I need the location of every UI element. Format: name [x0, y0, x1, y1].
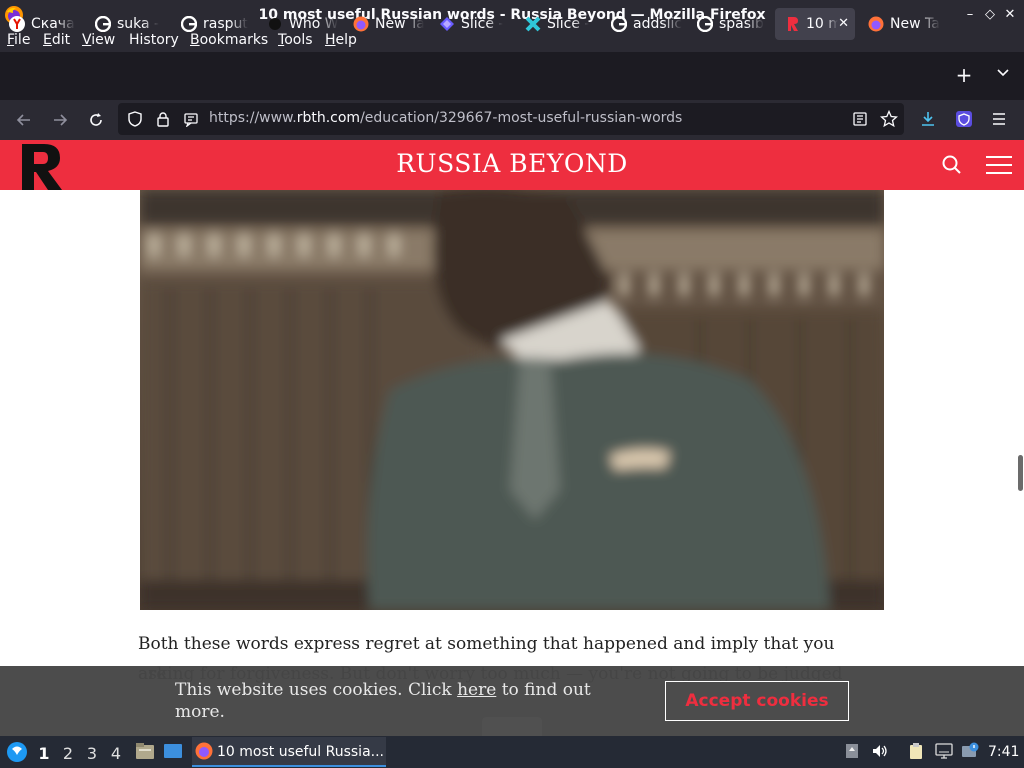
url-text[interactable]: https://www.rbth.com/education/329667-mo…: [209, 110, 682, 126]
workspace-1[interactable]: 1: [36, 744, 52, 763]
tab-4[interactable]: New Ta: [344, 8, 424, 40]
app-launcher-icon[interactable]: [6, 741, 28, 767]
bookmark-star-icon[interactable]: [879, 109, 899, 132]
page-scrollbar-thumb[interactable]: [1018, 455, 1023, 491]
tab-6[interactable]: Slice -: [516, 8, 596, 40]
reload-button[interactable]: [84, 108, 108, 132]
extension-icon[interactable]: [955, 110, 973, 132]
tab-3[interactable]: Who W: [258, 8, 338, 40]
site-menu-icon[interactable]: [986, 155, 1012, 179]
workspace-4[interactable]: 4: [108, 744, 124, 763]
firefox-icon: [868, 16, 884, 32]
clipboard-icon[interactable]: [907, 742, 925, 760]
tab-9-active[interactable]: 10 m ✕: [775, 8, 855, 40]
notifications-icon[interactable]: [961, 742, 979, 760]
tab-7[interactable]: addslic: [602, 8, 682, 40]
tracking-protection-shield-icon[interactable]: [127, 111, 143, 131]
page-icon: [267, 16, 283, 32]
accept-cookies-button[interactable]: Accept cookies: [665, 681, 849, 721]
minimize-button[interactable]: –: [961, 6, 979, 24]
tab-1[interactable]: suka -: [86, 8, 166, 40]
tab-strip: [0, 52, 1024, 100]
show-desktop-icon[interactable]: [163, 742, 183, 764]
google-icon: [611, 16, 627, 32]
google-icon: [95, 16, 111, 32]
close-tab-icon[interactable]: ✕: [838, 16, 849, 31]
list-all-tabs-button[interactable]: [992, 66, 1014, 88]
volume-icon[interactable]: [871, 742, 889, 760]
workspace-2[interactable]: 2: [60, 744, 76, 763]
tray-updates-icon[interactable]: [843, 742, 861, 760]
site-title[interactable]: RUSSIA BEYOND: [0, 149, 1024, 178]
tab-5[interactable]: Slice -: [430, 8, 510, 40]
tab-0[interactable]: Скача: [0, 8, 82, 40]
forward-button[interactable]: [48, 108, 72, 132]
google-icon: [697, 16, 713, 32]
slice-icon: [525, 16, 541, 32]
taskbar-task-label: 10 most useful Russia...: [217, 744, 385, 760]
lock-icon[interactable]: [155, 111, 171, 131]
slice-icon: [439, 16, 455, 32]
arrow-left-icon: [16, 114, 30, 126]
new-tab-button[interactable]: +: [952, 64, 976, 88]
network-icon[interactable]: [935, 742, 953, 760]
arrow-right-icon: [54, 114, 68, 126]
cookie-notice-text: This website uses cookies. Click here to…: [175, 680, 591, 722]
firefox-icon: [353, 16, 369, 32]
cookie-banner-tab: [482, 717, 542, 736]
downloads-icon[interactable]: [919, 110, 937, 132]
hamburger-menu-icon[interactable]: [991, 111, 1007, 131]
rbth-icon: [784, 16, 800, 32]
permissions-icon[interactable]: [183, 111, 199, 131]
tab-8[interactable]: spasib: [688, 8, 768, 40]
close-window-button[interactable]: ✕: [1001, 6, 1019, 24]
search-icon[interactable]: [942, 155, 962, 179]
google-icon: [181, 16, 197, 32]
reader-view-icon[interactable]: [852, 111, 868, 131]
firefox-task-icon: [195, 742, 213, 764]
yandex-icon: [9, 16, 25, 32]
article-photo: [140, 190, 884, 610]
chevron-down-icon: [997, 69, 1009, 77]
clock[interactable]: 7:41: [988, 744, 1019, 760]
back-button[interactable]: [12, 108, 36, 132]
file-manager-icon[interactable]: [135, 742, 155, 764]
workspace-3[interactable]: 3: [84, 744, 100, 763]
tab-2[interactable]: rasput: [172, 8, 252, 40]
cookie-info-link[interactable]: here: [457, 680, 496, 700]
maximize-button[interactable]: ◇: [981, 6, 999, 24]
reload-icon: [90, 113, 102, 126]
tab-10[interactable]: New Ta: [859, 8, 941, 40]
